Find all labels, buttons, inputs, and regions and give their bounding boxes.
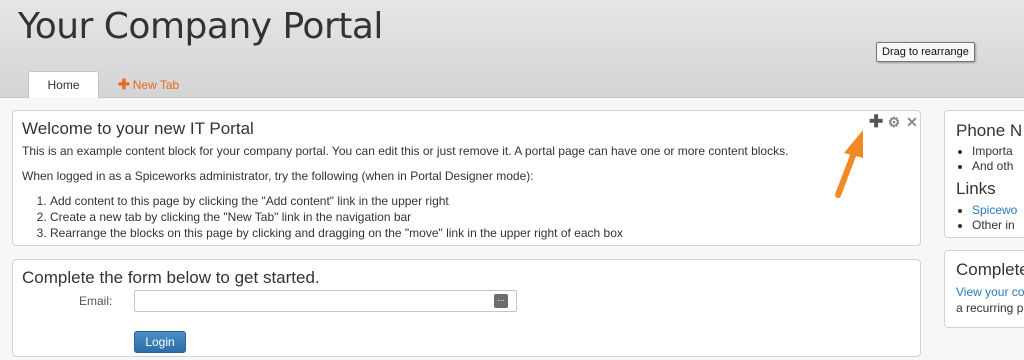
spiceworks-link[interactable]: Spicewo: [972, 203, 1017, 217]
portal-title: Your Company Portal: [18, 6, 383, 47]
drag-tooltip: Drag to rearrange: [876, 42, 975, 62]
view-your-link[interactable]: View your co: [956, 285, 1024, 299]
welcome-content-block: Welcome to your new IT Portal This is an…: [12, 110, 921, 246]
get-started-form-block: Complete the form below to get started. …: [12, 259, 921, 357]
complete-block: Complete View your co a recurring p: [944, 250, 1024, 328]
email-field[interactable]: [134, 290, 517, 312]
list-item: Add content to this page by clicking the…: [50, 193, 623, 209]
gear-icon[interactable]: ⚙: [887, 115, 901, 129]
tab-home-label: Home: [47, 78, 80, 92]
complete-block-title: Complete: [956, 260, 1024, 279]
links-list: Spicewo Other in: [972, 203, 1017, 233]
login-button[interactable]: Login: [134, 331, 186, 353]
keyboard-icon[interactable]: ⋯: [494, 294, 508, 308]
list-item: Create a new tab by clicking the "New Ta…: [50, 209, 623, 225]
links-title: Links: [956, 179, 996, 198]
list-item: Other in: [972, 218, 1017, 233]
welcome-paragraph: This is an example content block for you…: [22, 144, 789, 158]
block-tools: ✚ ⚙ ✕: [869, 113, 919, 130]
instructions-list: Add content to this page by clicking the…: [50, 193, 623, 241]
tab-new-tab[interactable]: ✚ New Tab: [118, 71, 179, 98]
instructions-paragraph: When logged in as a Spiceworks administr…: [22, 169, 534, 183]
close-icon[interactable]: ✕: [905, 115, 919, 129]
phone-block-title: Phone N: [956, 121, 1023, 140]
welcome-title: Welcome to your new IT Portal: [22, 119, 254, 138]
portal-header: Your Company Portal Home ✚ New Tab: [0, 0, 1024, 98]
list-item: Spicewo: [972, 203, 1017, 218]
portal-content: Welcome to your new IT Portal This is an…: [0, 99, 1024, 360]
phone-numbers-block: Phone N Importa And oth Links Spicewo Ot…: [944, 110, 1024, 238]
list-item: Importa: [972, 144, 1013, 159]
email-label: Email:: [79, 294, 113, 308]
move-icon[interactable]: ✚: [869, 113, 883, 130]
orange-arrow-annotation: [835, 130, 863, 198]
tab-home[interactable]: Home: [28, 71, 99, 98]
list-item: Rearrange the blocks on this page by cli…: [50, 225, 623, 241]
plus-icon: ✚: [118, 76, 130, 92]
tab-new-tab-label: New Tab: [132, 78, 180, 92]
phone-list: Importa And oth: [972, 144, 1013, 174]
recurring-text: a recurring p: [956, 301, 1024, 315]
list-item: And oth: [972, 159, 1013, 174]
form-title: Complete the form below to get started.: [22, 268, 320, 287]
